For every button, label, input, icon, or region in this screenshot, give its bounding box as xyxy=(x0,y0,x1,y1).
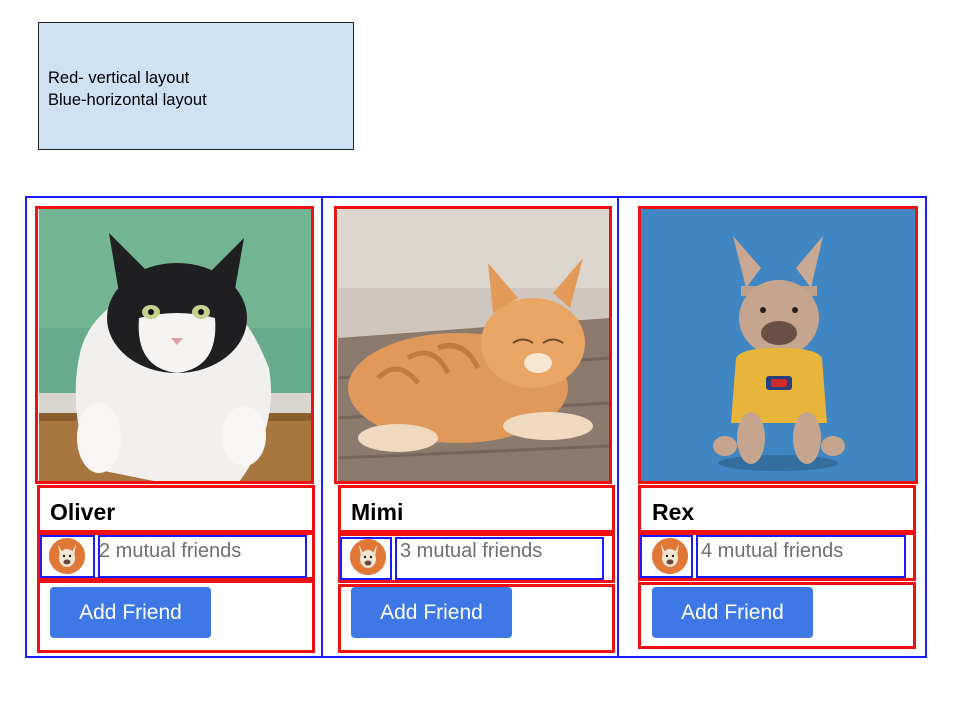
card-photo-outline xyxy=(334,206,612,484)
add-friend-button[interactable]: Add Friend xyxy=(652,587,813,638)
horizontal-layout-divider-1 xyxy=(321,196,323,658)
dog-avatar-icon xyxy=(350,539,386,575)
card-photo-outline xyxy=(35,206,314,484)
mutual-friends-count: 3 mutual friends xyxy=(400,540,543,562)
mutual-friends-count: 2 mutual friends xyxy=(99,540,242,562)
add-friend-button[interactable]: Add Friend xyxy=(351,587,512,638)
card-name: Rex xyxy=(652,499,695,525)
legend-text: Red- vertical layout Blue-horizontal lay… xyxy=(48,67,207,111)
card-name: Oliver xyxy=(50,499,116,525)
dog-avatar-icon xyxy=(49,538,85,574)
legend-red-label: Red- vertical layout xyxy=(48,69,190,87)
dog-avatar-icon xyxy=(652,538,688,574)
card-name: Mimi xyxy=(351,499,404,525)
card-photo-outline xyxy=(638,206,918,484)
legend-blue-label: Blue-horizontal layout xyxy=(48,91,207,109)
horizontal-layout-divider-2 xyxy=(617,196,619,658)
add-friend-button[interactable]: Add Friend xyxy=(50,587,211,638)
mutual-friend-avatar xyxy=(350,539,386,575)
mutual-friend-avatar xyxy=(652,538,688,574)
mutual-friends-count: 4 mutual friends xyxy=(701,540,844,562)
mutual-friend-avatar xyxy=(49,538,85,574)
legend-box: Red- vertical layout Blue-horizontal lay… xyxy=(38,22,354,150)
